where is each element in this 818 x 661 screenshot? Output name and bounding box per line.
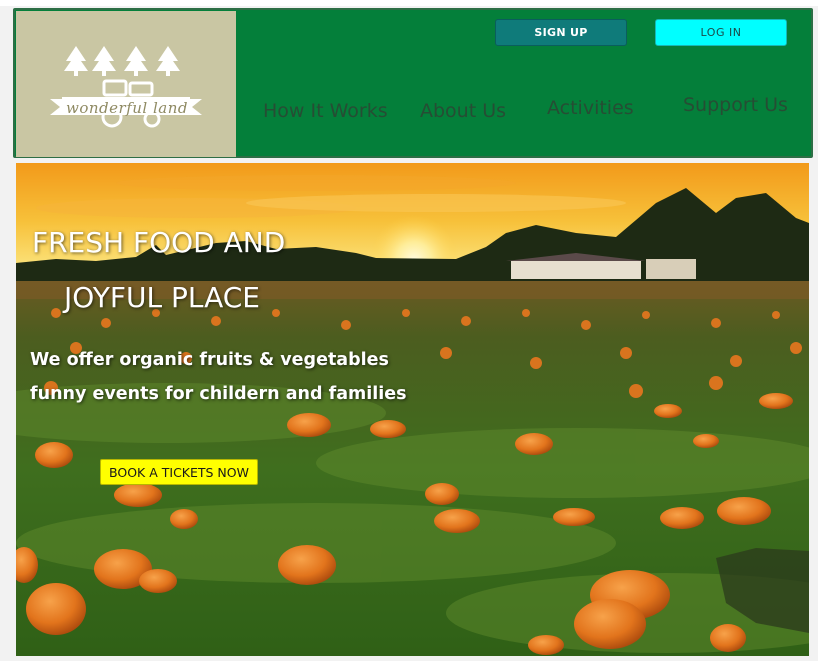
- sign-up-button[interactable]: SIGN UP: [495, 19, 627, 46]
- hero-subtitle-line1: We offer organic fruits & vegetables: [30, 350, 389, 370]
- logo-graphic: [50, 46, 202, 128]
- log-in-button[interactable]: LOG IN: [655, 19, 787, 46]
- logo-text: wonderful land: [66, 99, 188, 117]
- top-strip: [0, 0, 818, 6]
- hero-subtitle-line2: funny events for childern and families: [30, 384, 407, 404]
- nav-about-us[interactable]: About Us: [420, 100, 506, 122]
- site-header: wonderful land SIGN UP LOG IN How It Wor…: [13, 8, 813, 158]
- hero-title-line1: FRESH FOOD AND: [32, 226, 286, 259]
- logo[interactable]: wonderful land: [16, 11, 236, 157]
- nav-how-it-works[interactable]: How It Works: [263, 100, 388, 122]
- book-tickets-button[interactable]: BOOK A TICKETS NOW: [100, 459, 258, 485]
- hero-title-line2: JOYFUL PLACE: [64, 281, 260, 314]
- nav-support-us[interactable]: Support Us: [683, 94, 788, 116]
- hero-banner: FRESH FOOD AND JOYFUL PLACE We offer org…: [16, 163, 809, 656]
- nav-activities[interactable]: Activities: [547, 97, 634, 119]
